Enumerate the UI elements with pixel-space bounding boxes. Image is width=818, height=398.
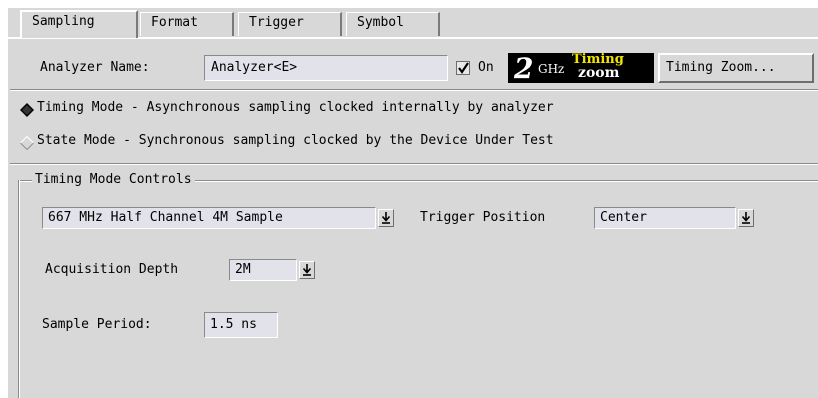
tab-sampling-label: Sampling	[32, 14, 95, 29]
tab-trigger-label: Trigger	[249, 15, 304, 30]
tab-sampling[interactable]: Sampling	[20, 10, 138, 38]
group-title: Timing Mode Controls	[32, 172, 195, 187]
radio-timing-mode[interactable]: Timing Mode - Asynchronous sampling cloc…	[20, 100, 780, 118]
sampling-option-select[interactable]: 667 MHz Half Channel 4M Sample	[42, 207, 376, 229]
trigger-position-dropdown-button[interactable]	[738, 209, 754, 227]
analyzer-name-value: Analyzer<E>	[211, 60, 298, 75]
state-mode-description: - Synchronous sampling clocked by the De…	[115, 133, 554, 148]
logo-speed: 2	[514, 53, 534, 83]
group-box-left	[18, 180, 20, 398]
timing-zoom-button[interactable]: Timing Zoom...	[658, 53, 814, 83]
logo-unit: GHz	[538, 62, 565, 76]
acquisition-depth-label: Acquisition Depth	[45, 262, 179, 277]
sampling-option-value: 667 MHz Half Channel 4M Sample	[48, 210, 283, 225]
tab-trigger[interactable]: Trigger	[238, 12, 342, 36]
trigger-position-value: Center	[600, 210, 647, 225]
acquisition-depth-select[interactable]: 2M	[229, 259, 297, 281]
down-arrow-icon	[381, 212, 391, 224]
timing-mode-description: - Asynchronous sampling clocked internal…	[130, 100, 554, 115]
on-checkbox[interactable]	[456, 61, 470, 75]
state-mode-label: State Mode - Synchronous sampling clocke…	[37, 133, 554, 148]
on-label: On	[478, 60, 494, 75]
sampling-option-dropdown-button[interactable]	[378, 209, 394, 227]
analyzer-name-label: Analyzer Name:	[40, 60, 150, 75]
tab-format[interactable]: Format	[140, 12, 234, 36]
down-arrow-icon	[741, 212, 751, 224]
acquisition-depth-dropdown-button[interactable]	[299, 261, 315, 279]
analyzer-name-field[interactable]: Analyzer<E>	[204, 55, 448, 81]
sample-period-value: 1.5 ns	[210, 317, 257, 332]
trigger-position-select[interactable]: Center	[594, 207, 736, 229]
timing-mode-label: Timing Mode - Asynchronous sampling cloc…	[37, 100, 554, 115]
radio-state-mode[interactable]: State Mode - Synchronous sampling clocke…	[20, 133, 790, 151]
state-mode-name: State Mode	[37, 133, 116, 148]
radio-unselected-icon	[20, 136, 34, 150]
down-arrow-icon	[302, 264, 312, 276]
tab-format-label: Format	[151, 15, 198, 30]
tab-symbol[interactable]: Symbol	[346, 12, 440, 36]
logo-word-zoom: zoom	[578, 65, 620, 81]
radio-selected-icon	[20, 103, 34, 117]
checkmark-icon	[458, 62, 469, 74]
separator-bottom	[10, 163, 818, 165]
timing-mode-name: Timing Mode	[37, 100, 124, 115]
separator-top	[10, 89, 818, 91]
acquisition-depth-value: 2M	[235, 262, 251, 277]
timing-zoom-button-label: Timing Zoom...	[666, 60, 776, 75]
trigger-position-label: Trigger Position	[420, 210, 546, 225]
sample-period-field: 1.5 ns	[204, 312, 278, 338]
tab-symbol-label: Symbol	[357, 15, 404, 30]
sample-period-label: Sample Period:	[42, 317, 152, 332]
2ghz-timing-zoom-logo: 2 GHz Timing zoom	[508, 53, 654, 83]
